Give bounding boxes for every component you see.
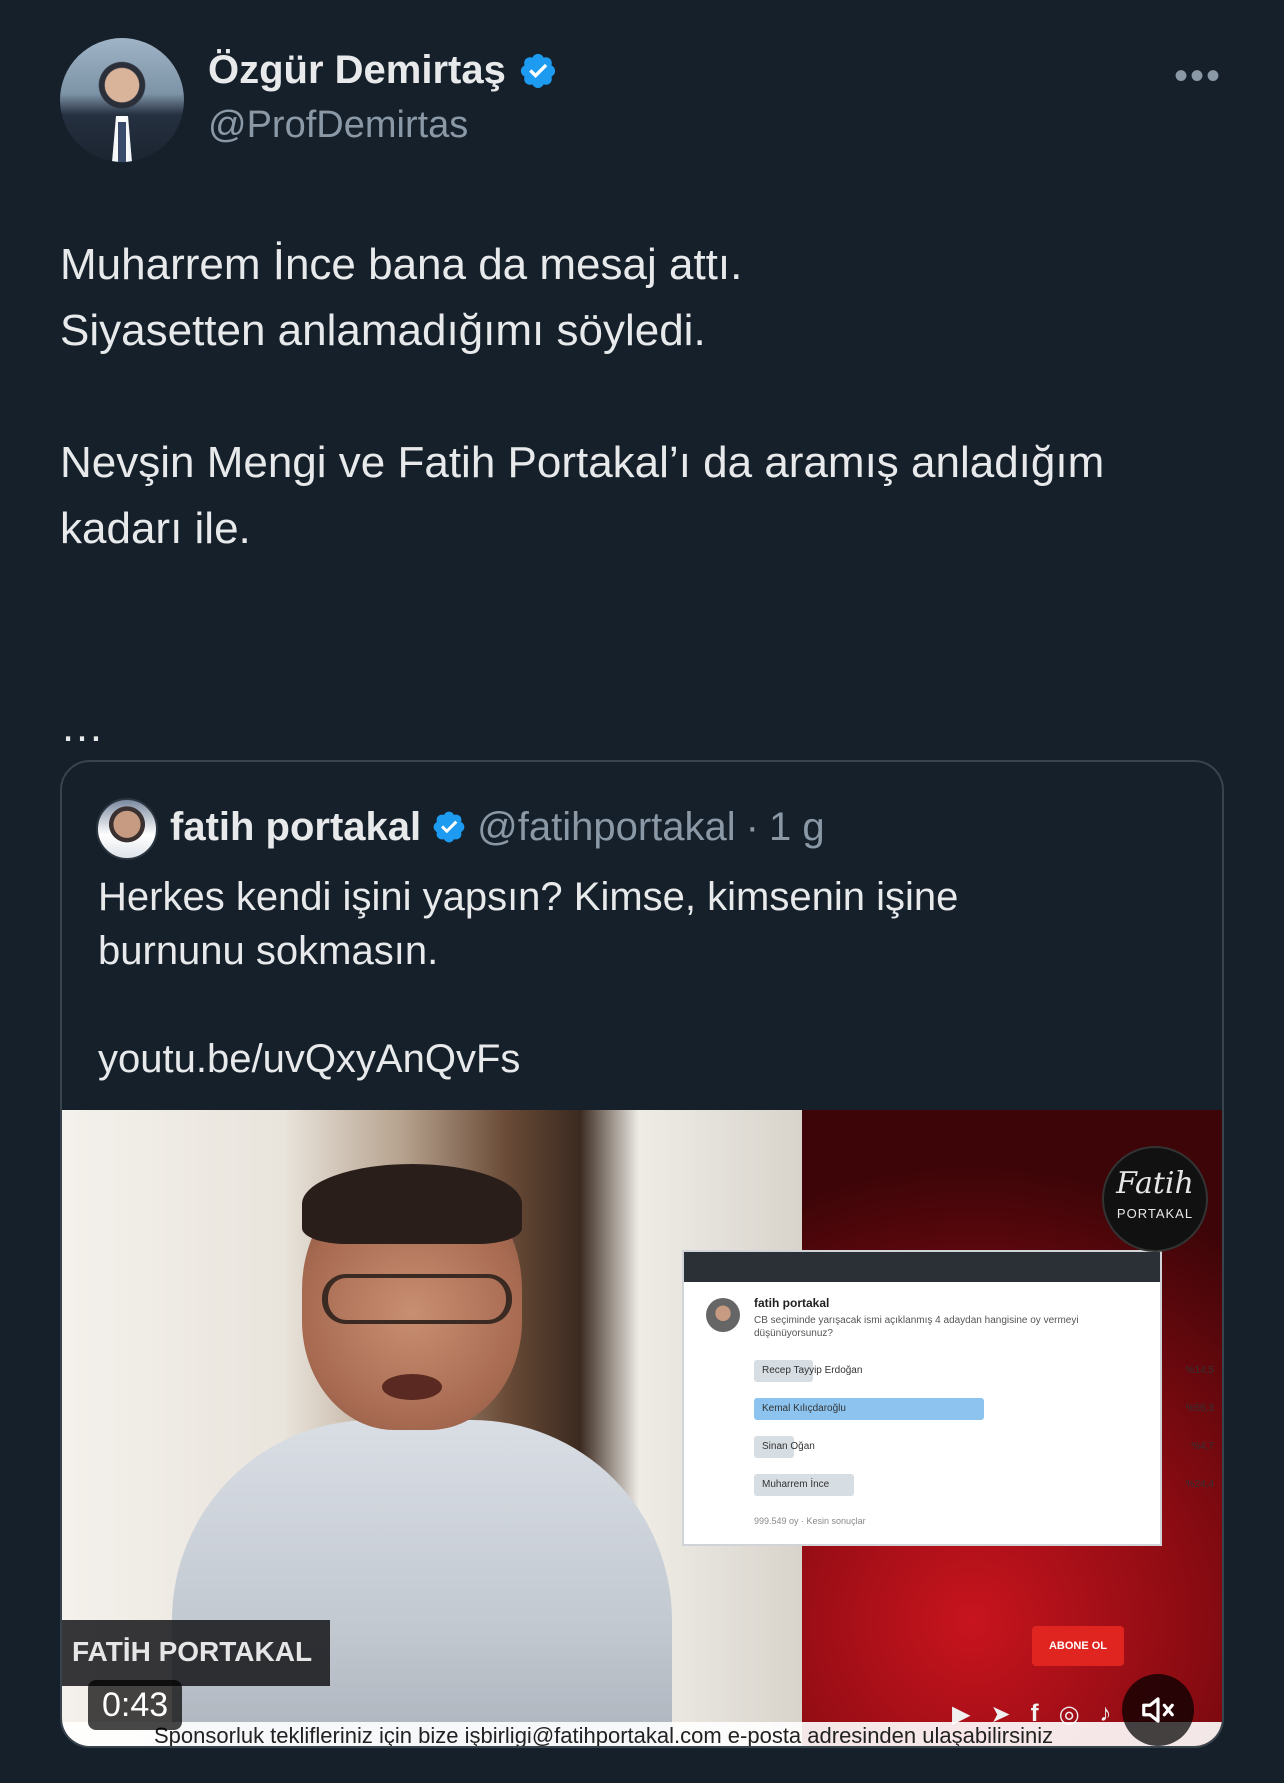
poll-option-percent: %56,3	[1185, 1403, 1214, 1414]
quoted-tweet-line: burnunu sokmasın.	[98, 929, 439, 973]
speaker-muted-icon	[1142, 1697, 1174, 1723]
presenter-shirt	[172, 1420, 672, 1746]
verified-badge-icon	[520, 53, 555, 88]
poll-option-percent: %14,5	[1185, 1365, 1214, 1376]
presenter-hair	[302, 1164, 522, 1244]
tweet-line: Muharrem İnce bana da mesaj attı.	[60, 240, 743, 289]
poll-option-percent: %4,7	[1191, 1441, 1214, 1452]
verified-badge-icon	[433, 811, 465, 843]
author-avatar[interactable]	[60, 38, 184, 162]
presenter-mouth	[382, 1374, 442, 1400]
quoted-tweet-line: Herkes kendi işini yapsın? Kimse, kimsen…	[98, 875, 959, 919]
tweet-line: Nevşin Mengi ve Fatih Portakal’ı da aram…	[60, 438, 1105, 487]
inset-avatar	[706, 1298, 740, 1332]
video-player[interactable]: fatih portakal CB seçiminde yarışacak is…	[62, 1110, 1222, 1746]
tweet-line-break	[60, 628, 1220, 694]
poll-option-label: Sinan Oğan	[762, 1441, 815, 1452]
presenter-glasses	[322, 1274, 512, 1324]
channel-logo: Fatih PORTAKAL	[1102, 1146, 1208, 1252]
author-name[interactable]: Özgür Demirtaş	[208, 48, 506, 93]
poll-option: Recep Tayyip Erdoğan %14,5	[754, 1360, 1214, 1382]
inset-author: fatih portakal	[754, 1296, 830, 1310]
separator-dot: ·	[745, 804, 759, 849]
quoted-author-handle[interactable]: @fatihportakal	[477, 805, 736, 850]
channel-logo-script: Fatih	[1116, 1166, 1194, 1201]
mute-toggle-button[interactable]	[1122, 1674, 1194, 1746]
lower-third-name: FATİH PORTAKAL	[62, 1620, 330, 1686]
video-poll-screenshot: fatih portakal CB seçiminde yarışacak is…	[682, 1250, 1214, 1546]
poll-option-label: Recep Tayyip Erdoğan	[762, 1365, 863, 1376]
tweet-line: Siyasetten anlamadığımı söyledi.	[60, 306, 706, 355]
inset-question: CB seçiminde yarışacak ismi açıklanmış 4…	[754, 1315, 1079, 1339]
quoted-tweet-card[interactable]: fatih portakal @fatihportakal · 1 g Herk…	[60, 760, 1224, 1748]
video-duration: 0:43	[88, 1680, 183, 1730]
video-sponsor-ticker: Sponsorluk teklifleriniz için bize işbir…	[62, 1722, 1222, 1746]
quoted-tweet-time[interactable]: 1 g	[769, 805, 825, 850]
poll-option-percent: %24,4	[1185, 1479, 1214, 1490]
tweet-line: kadarı ile.	[60, 504, 251, 553]
poll-option: Kemal Kılıçdaroğlu %56,3	[754, 1398, 1214, 1420]
tweet-line-break	[60, 364, 1220, 430]
more-options-button[interactable]: •••	[1170, 56, 1226, 96]
tweet-line-break	[60, 562, 1220, 628]
author-name-row[interactable]: Özgür Demirtaş	[208, 48, 558, 93]
inset-browser-bar	[684, 1252, 1160, 1282]
avatar-tie	[118, 122, 126, 162]
video-subscribe-badge: ABONE OL	[1032, 1626, 1124, 1666]
poll-option: Muharrem İnce %24,4	[754, 1474, 1214, 1496]
poll-option-label: Muharrem İnce	[762, 1479, 830, 1490]
poll-option: Sinan Oğan %4,7	[754, 1436, 1214, 1458]
tweet-line-ellipsis: …	[60, 702, 104, 751]
quoted-tweet-line-break	[98, 978, 1188, 1032]
inset-poll-footer: 999.549 oy · Kesin sonuçlar	[754, 1516, 866, 1526]
author-handle[interactable]: @ProfDemirtas	[208, 104, 468, 147]
quoted-tweet-header: fatih portakal @fatihportakal · 1 g	[170, 802, 825, 852]
quoted-tweet-text: Herkes kendi işini yapsın? Kimse, kimsen…	[98, 870, 1188, 1086]
quoted-author-avatar[interactable]	[96, 798, 158, 860]
tweet-text: Muharrem İnce bana da mesaj attı. Siyase…	[60, 232, 1220, 760]
poll-option-label: Kemal Kılıçdaroğlu	[762, 1403, 846, 1414]
quoted-tweet-link[interactable]: youtu.be/uvQxyAnQvFs	[98, 1032, 1188, 1086]
channel-logo-sub: PORTAKAL	[1116, 1206, 1194, 1221]
quoted-author-name[interactable]: fatih portakal	[170, 805, 421, 850]
